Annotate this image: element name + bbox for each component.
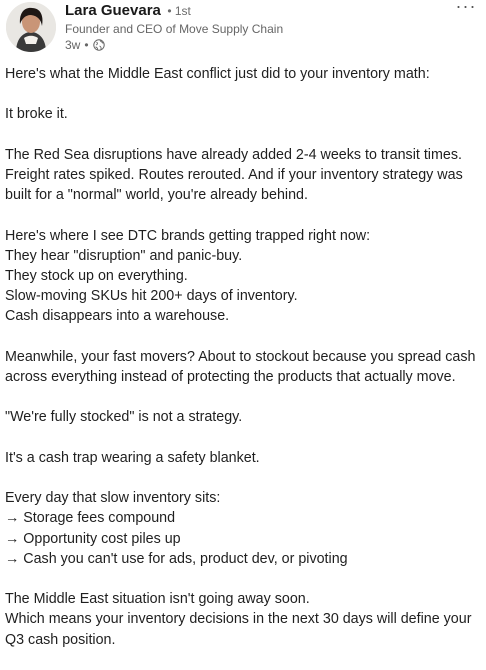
post-text-line: It's a cash trap wearing a safety blanke…: [5, 449, 260, 466]
post-text-line: Cash disappears into a warehouse.: [5, 308, 230, 325]
post-text-line: → Opportunity cost piles up: [5, 530, 181, 547]
post-text-line: The Middle East situation isn't going aw…: [5, 591, 310, 608]
post-text-line: Slow-moving SKUs hit 200+ days of invent…: [5, 288, 298, 305]
more-options-button[interactable]: ···: [454, 0, 478, 18]
post-text-line: → Cash you can't use for ads, product de…: [5, 550, 348, 567]
post-text-line: across everything instead of protecting …: [5, 368, 456, 385]
post-text-line: → Storage fees compound: [5, 510, 176, 527]
post-text-line: It broke it.: [5, 106, 68, 123]
post-text-line: built for a "normal" world, you're alrea…: [5, 187, 308, 204]
post-paragraph: "We're fully stocked" is not a strategy.: [5, 407, 477, 427]
post-text-line: Here's where I see DTC brands getting tr…: [5, 227, 371, 244]
post-text-line: The Red Sea disruptions have already add…: [5, 146, 462, 163]
post-text-line: They hear "disruption" and panic-buy.: [5, 247, 243, 264]
post-paragraph: The Middle East situation isn't going aw…: [5, 589, 477, 650]
post-text-line: Which means your inventory decisions in …: [5, 611, 472, 628]
author-avatar[interactable]: [6, 2, 56, 52]
post-paragraph: It's a cash trap wearing a safety blanke…: [5, 448, 477, 468]
post-text-line: Q3 cash position.: [5, 631, 116, 648]
author-headline: Founder and CEO of Move Supply Chain: [65, 22, 284, 36]
profile-photo: [6, 2, 56, 52]
connection-degree: • 1st: [167, 4, 191, 18]
post-time: 3w: [65, 38, 81, 52]
post-text-line: Here's what the Middle East conflict jus…: [5, 66, 430, 82]
author-name-row: Lara Guevara • 1st: [65, 2, 191, 20]
post-paragraph: Here's what the Middle East conflict jus…: [5, 64, 477, 84]
post-text-line: Every day that slow inventory sits:: [5, 490, 221, 507]
post-text-line: Freight rates spiked. Routes rerouted. A…: [5, 166, 463, 183]
post-meta: 3w •: [65, 38, 105, 52]
post-paragraph: It broke it.: [5, 104, 477, 124]
post-paragraph: The Red Sea disruptions have already add…: [5, 145, 477, 206]
meta-separator: •: [84, 38, 89, 52]
post-paragraph: Meanwhile, your fast movers? About to st…: [5, 347, 477, 387]
post-text-line: They stock up on everything.: [5, 267, 188, 284]
post-text-line: Meanwhile, your fast movers? About to st…: [5, 348, 476, 365]
post-body: Here's what the Middle East conflict jus…: [5, 64, 477, 670]
post-paragraph: Every day that slow inventory sits: → Sto…: [5, 488, 477, 569]
globe-icon: [92, 39, 105, 51]
author-name[interactable]: Lara Guevara: [65, 2, 161, 19]
post-paragraph: Here's where I see DTC brands getting tr…: [5, 226, 477, 327]
post-header: Lara Guevara • 1st Founder and CEO of Mo…: [0, 0, 486, 60]
post-text-line: "We're fully stocked" is not a strategy.: [5, 409, 243, 426]
